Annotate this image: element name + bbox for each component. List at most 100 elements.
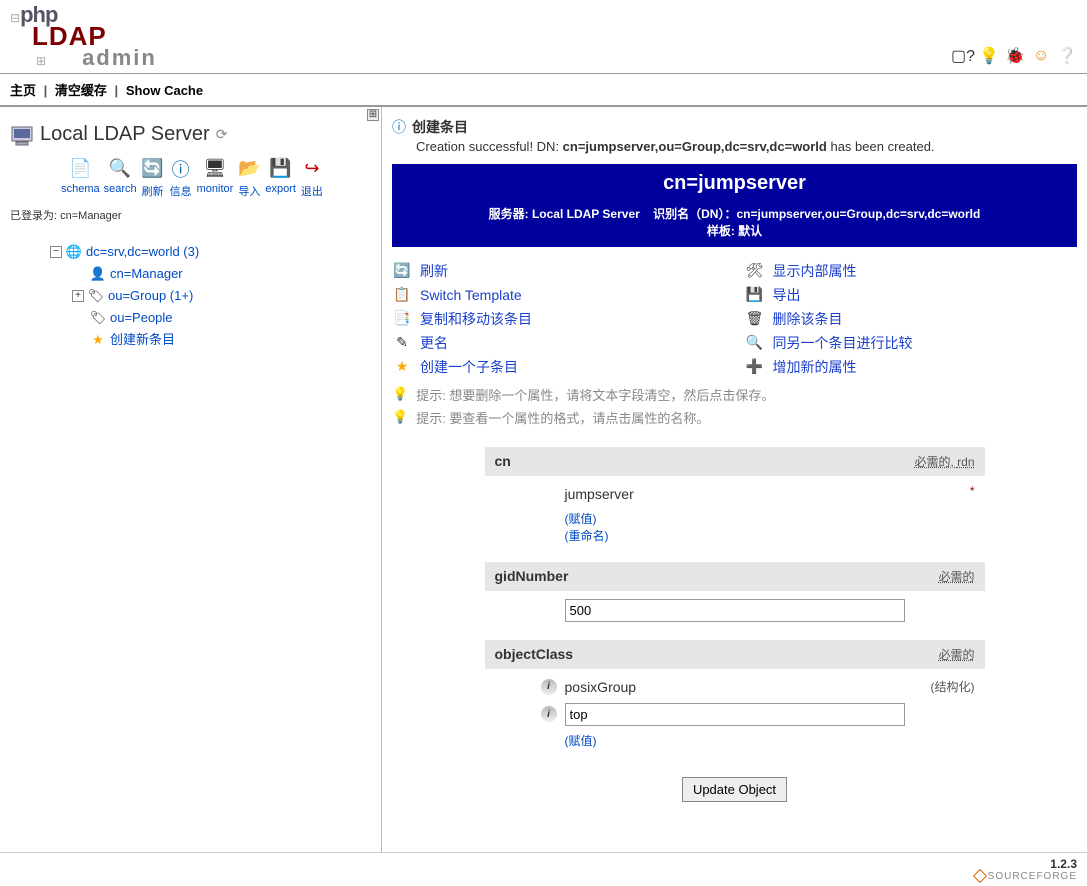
tool-refresh[interactable]: 🔄刷新 — [141, 157, 165, 199]
sourceforge-badge[interactable]: SOURCEFORGE — [10, 871, 1077, 882]
sourceforge-icon — [973, 869, 987, 883]
attr-body-cn: jumpserver * (赋值) (重命名) — [485, 476, 985, 552]
tree-toolbar: 📄schema 🔍search 🔄刷新 ⓘ信息 🖥monitor 📂导入 💾ex… — [10, 157, 375, 199]
info-icon[interactable]: i — [541, 706, 557, 722]
server-refresh-icon[interactable]: ⟳ — [216, 126, 228, 143]
server-icon — [10, 123, 34, 147]
tool-search[interactable]: 🔍search — [104, 157, 137, 199]
action-switch-template[interactable]: 📋Switch Template — [392, 285, 725, 305]
collapse-tree-button[interactable]: ⊞ — [367, 109, 379, 121]
link-add-value-cn[interactable]: (赋值) — [565, 512, 597, 526]
tree-item-group[interactable]: + 🏷 ou=Group (1+) — [72, 285, 375, 307]
attr-header-cn: cn 必需的, rdn — [485, 447, 985, 476]
logged-in-text: 已登录为: cn=Manager — [10, 207, 375, 223]
schema-icon: 📄 — [68, 157, 92, 181]
server-title: Local LDAP Server ⟳ — [10, 123, 375, 147]
bug-icon[interactable]: 🐞 — [1005, 46, 1025, 66]
info-icon: ⓘ — [392, 117, 406, 137]
action-copy-move[interactable]: 📑复制和移动该条目 — [392, 309, 725, 329]
tree-create-new[interactable]: ★ 创建新条目 — [72, 329, 375, 351]
tool-schema[interactable]: 📄schema — [61, 157, 100, 199]
logout-icon: ↪ — [300, 157, 324, 181]
tool-monitor[interactable]: 🖥monitor — [197, 157, 234, 199]
add-icon: ➕ — [745, 357, 765, 377]
person-icon: 👤 — [90, 266, 106, 282]
tree: − 🌐 dc=srv,dc=world (3) 👤 cn=Manager + 🏷… — [50, 241, 375, 351]
lightbulb-icon[interactable]: 💡 — [979, 46, 999, 66]
content-panel: ⓘ 创建条目 Creation successful! DN: cn=jumps… — [382, 107, 1087, 852]
link-add-value-oc[interactable]: (赋值) — [565, 734, 597, 748]
search-icon: 🔍 — [108, 157, 132, 181]
server-name: Local LDAP Server — [40, 123, 210, 146]
tree-root[interactable]: − 🌐 dc=srv,dc=world (3) — [50, 241, 375, 263]
footer: 1.2.3 SOURCEFORGE — [0, 852, 1087, 886]
action-export[interactable]: 💾导出 — [745, 285, 1078, 305]
refresh-icon: 🔄 — [392, 261, 412, 281]
smiley-icon[interactable]: ☺ — [1031, 46, 1051, 66]
menubar: 主页 | 清空缓存 | Show Cache — [0, 74, 1087, 107]
tree-item-people[interactable]: 🏷 ou=People — [72, 307, 375, 329]
version: 1.2.3 — [10, 857, 1077, 871]
lightbulb-icon: 💡 — [392, 409, 408, 425]
required-star: * — [970, 484, 975, 498]
entry-titlebar: cn=jumpserver 服务器: Local LDAP Server 识别名… — [392, 164, 1077, 247]
header-icons: ▢? 💡 🐞 ☺ ❔ — [953, 46, 1077, 68]
action-create-child[interactable]: ★创建一个子条目 — [392, 357, 725, 377]
menu-purge-cache[interactable]: 清空缓存 — [55, 83, 107, 98]
message-body: Creation successful! DN: cn=jumpserver,o… — [416, 139, 1077, 154]
rename-icon: ✎ — [392, 333, 412, 353]
action-add-attr[interactable]: ➕增加新的属性 — [745, 357, 1078, 377]
tool-info[interactable]: ⓘ信息 — [169, 157, 193, 199]
header: ⊟php LDAP ⊞admin ▢? 💡 🐞 ☺ ❔ — [0, 0, 1087, 74]
link-rename-cn[interactable]: (重命名) — [565, 529, 609, 543]
template-icon: 📋 — [392, 285, 412, 305]
help-small-icon[interactable]: ▢? — [953, 46, 973, 66]
export-icon: 💾 — [269, 157, 293, 181]
export-icon: 💾 — [745, 285, 765, 305]
attr-body-gid — [485, 591, 985, 630]
plus-icon[interactable]: + — [72, 290, 84, 302]
logo: ⊟php LDAP ⊞admin — [10, 5, 157, 68]
star-icon: ★ — [90, 332, 106, 348]
import-icon: 📂 — [237, 157, 261, 181]
ou-icon: 🏷 — [90, 310, 106, 326]
entry-title: cn=jumpserver — [400, 172, 1069, 195]
compare-icon: 🔍 — [745, 333, 765, 353]
star-icon: ★ — [392, 357, 412, 377]
tree-item-manager[interactable]: 👤 cn=Manager — [72, 263, 375, 285]
help-icon[interactable]: ❔ — [1057, 46, 1077, 66]
info-icon: ⓘ — [169, 157, 193, 181]
menu-home[interactable]: 主页 — [10, 83, 36, 98]
tool-import[interactable]: 📂导入 — [237, 157, 261, 199]
lightbulb-icon: 💡 — [392, 386, 408, 402]
message-title: ⓘ 创建条目 — [392, 117, 1077, 137]
minus-icon[interactable]: − — [50, 246, 62, 258]
attr-header-gid: gidNumber 必需的 — [485, 562, 985, 591]
globe-icon: 🌐 — [66, 244, 82, 260]
action-internal[interactable]: 🛠显示内部属性 — [745, 261, 1078, 281]
hint-2: 💡提示: 要查看一个属性的格式，请点击属性的名称。 — [392, 408, 1077, 427]
attr-body-oc: i posixGroup (结构化) i (赋值) — [485, 669, 985, 757]
copy-icon: 📑 — [392, 309, 412, 329]
action-delete[interactable]: 🗑删除该条目 — [745, 309, 1078, 329]
tool-logout[interactable]: ↪退出 — [300, 157, 324, 199]
tools-icon: 🛠 — [745, 261, 765, 281]
menu-show-cache[interactable]: Show Cache — [126, 83, 203, 98]
entry-actions: 🔄刷新 🛠显示内部属性 📋Switch Template 💾导出 📑复制和移动该… — [392, 261, 1077, 377]
trash-icon: 🗑 — [745, 309, 765, 329]
update-object-button[interactable]: Update Object — [682, 777, 787, 802]
tool-export[interactable]: 💾export — [265, 157, 296, 199]
refresh-icon: 🔄 — [141, 157, 165, 181]
action-compare[interactable]: 🔍同另一个条目进行比较 — [745, 333, 1078, 353]
attr-cn-value: jumpserver — [565, 484, 985, 504]
info-icon[interactable]: i — [541, 679, 557, 695]
attr-header-oc: objectClass 必需的 — [485, 640, 985, 669]
input-objectclass-top[interactable] — [565, 703, 905, 726]
oc-posixgroup: posixGroup — [565, 677, 637, 697]
monitor-icon: 🖥 — [203, 157, 227, 181]
input-gidnumber[interactable] — [565, 599, 905, 622]
action-rename[interactable]: ✎更名 — [392, 333, 725, 353]
hint-1: 💡提示: 想要删除一个属性，请将文本字段清空，然后点击保存。 — [392, 385, 1077, 404]
action-refresh[interactable]: 🔄刷新 — [392, 261, 725, 281]
tree-panel: ⊞ Local LDAP Server ⟳ 📄schema 🔍search 🔄刷… — [0, 107, 382, 852]
